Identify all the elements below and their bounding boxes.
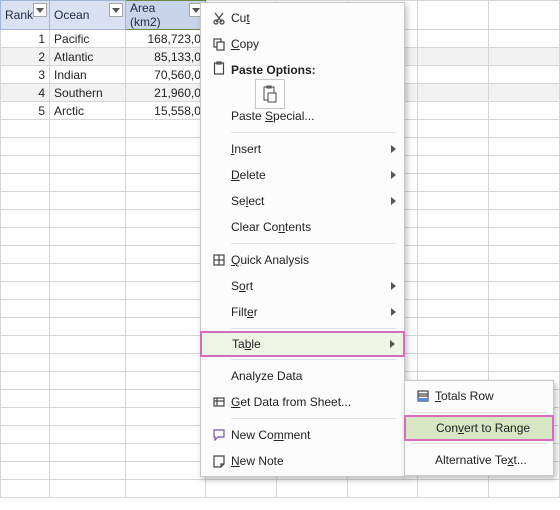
cell-ocean[interactable]: Southern bbox=[50, 84, 126, 102]
menu-paste-special-label: Paste Special... bbox=[231, 109, 390, 123]
separator bbox=[231, 359, 396, 360]
menu-paste-options[interactable]: Paste Options: bbox=[201, 57, 404, 103]
submenu-totals-row[interactable]: Totals Row bbox=[405, 383, 553, 409]
menu-sort[interactable]: Sort bbox=[201, 273, 404, 299]
menu-clear-contents[interactable]: Clear Contents bbox=[201, 214, 404, 240]
separator bbox=[231, 132, 396, 133]
menu-filter[interactable]: Filter bbox=[201, 299, 404, 325]
totals-row-icon bbox=[411, 389, 435, 403]
cell-area[interactable]: 70,560,0 bbox=[125, 66, 205, 84]
cell-ocean[interactable]: Arctic bbox=[50, 102, 126, 120]
menu-new-note[interactable]: New Note bbox=[201, 448, 404, 474]
cell-area[interactable]: 21,960,0 bbox=[125, 84, 205, 102]
cell-area[interactable]: 168,723,0 bbox=[125, 30, 205, 48]
comment-icon bbox=[207, 428, 231, 442]
cell-rank[interactable]: 1 bbox=[1, 30, 50, 48]
table-submenu: Totals Row Convert to Range Alternative … bbox=[404, 380, 554, 476]
menu-new-note-label: New Note bbox=[231, 454, 390, 468]
paste-icon bbox=[207, 61, 231, 75]
cell-rank[interactable]: 2 bbox=[1, 48, 50, 66]
chevron-right-icon bbox=[391, 145, 396, 153]
cell[interactable] bbox=[489, 1, 560, 30]
separator bbox=[411, 412, 547, 413]
copy-icon bbox=[207, 37, 231, 51]
separator bbox=[231, 418, 396, 419]
chevron-right-icon bbox=[390, 340, 395, 348]
cell[interactable] bbox=[418, 48, 489, 66]
menu-table[interactable]: Table bbox=[200, 331, 405, 357]
cell-ocean[interactable]: Indian bbox=[50, 66, 126, 84]
cell[interactable] bbox=[489, 66, 560, 84]
cell[interactable] bbox=[418, 66, 489, 84]
header-ocean[interactable]: Ocean bbox=[50, 1, 126, 30]
header-area-label: Area (km2) bbox=[130, 1, 161, 29]
menu-quick-analysis[interactable]: Quick Analysis bbox=[201, 247, 404, 273]
separator bbox=[231, 243, 396, 244]
cell[interactable] bbox=[418, 1, 489, 30]
header-rank[interactable]: Rank bbox=[1, 1, 50, 30]
menu-cut[interactable]: Cut bbox=[201, 5, 404, 31]
chevron-right-icon bbox=[391, 197, 396, 205]
cell[interactable] bbox=[489, 30, 560, 48]
cell-rank[interactable]: 5 bbox=[1, 102, 50, 120]
menu-insert-label: Insert bbox=[231, 142, 390, 156]
chevron-right-icon bbox=[391, 171, 396, 179]
quick-analysis-icon bbox=[207, 253, 231, 267]
cell-ocean[interactable]: Pacific bbox=[50, 30, 126, 48]
cell-rank[interactable]: 3 bbox=[1, 66, 50, 84]
menu-insert[interactable]: Insert bbox=[201, 136, 404, 162]
cell[interactable] bbox=[489, 102, 560, 120]
header-area[interactable]: Area (km2) bbox=[125, 1, 205, 30]
cell[interactable] bbox=[489, 48, 560, 66]
filter-dropdown-icon[interactable] bbox=[33, 3, 47, 17]
context-menu: Cut Copy Paste Options: Paste Spe bbox=[200, 2, 405, 477]
cell[interactable] bbox=[418, 30, 489, 48]
menu-new-comment-label: New Comment bbox=[231, 428, 390, 442]
submenu-convert-to-range-label: Convert to Range bbox=[436, 421, 538, 435]
menu-copy[interactable]: Copy bbox=[201, 31, 404, 57]
cell[interactable] bbox=[418, 102, 489, 120]
menu-analyze-data[interactable]: Analyze Data bbox=[201, 363, 404, 389]
menu-paste-special[interactable]: Paste Special... bbox=[201, 103, 404, 129]
chevron-right-icon bbox=[391, 308, 396, 316]
menu-select[interactable]: Select bbox=[201, 188, 404, 214]
separator bbox=[231, 328, 396, 329]
menu-sort-label: Sort bbox=[231, 279, 390, 293]
menu-copy-label: Copy bbox=[231, 37, 390, 51]
menu-paste-options-label: Paste Options: bbox=[231, 63, 316, 77]
cell-area[interactable]: 15,558,0 bbox=[125, 102, 205, 120]
menu-table-label: Table bbox=[232, 337, 389, 351]
menu-cut-label: Cut bbox=[231, 11, 390, 25]
submenu-alternative-text[interactable]: Alternative Text... bbox=[405, 447, 553, 473]
header-rank-label: Rank bbox=[5, 8, 33, 22]
menu-quick-analysis-label: Quick Analysis bbox=[231, 253, 390, 267]
menu-clear-contents-label: Clear Contents bbox=[231, 220, 390, 234]
menu-get-data[interactable]: Get Data from Sheet... bbox=[201, 389, 404, 415]
cell-rank[interactable]: 4 bbox=[1, 84, 50, 102]
header-ocean-label: Ocean bbox=[54, 8, 89, 22]
chevron-right-icon bbox=[391, 282, 396, 290]
menu-delete-label: Delete bbox=[231, 168, 390, 182]
get-data-icon bbox=[207, 395, 231, 409]
cut-icon bbox=[207, 11, 231, 25]
cell[interactable] bbox=[489, 84, 560, 102]
menu-new-comment[interactable]: New Comment bbox=[201, 422, 404, 448]
submenu-totals-row-label: Totals Row bbox=[435, 389, 539, 403]
submenu-convert-to-range[interactable]: Convert to Range bbox=[404, 415, 554, 441]
note-icon bbox=[207, 454, 231, 468]
menu-delete[interactable]: Delete bbox=[201, 162, 404, 188]
cell[interactable] bbox=[418, 84, 489, 102]
filter-dropdown-icon[interactable] bbox=[109, 3, 123, 17]
cell-ocean[interactable]: Atlantic bbox=[50, 48, 126, 66]
cell-area[interactable]: 85,133,0 bbox=[125, 48, 205, 66]
submenu-alternative-text-label: Alternative Text... bbox=[435, 453, 539, 467]
menu-select-label: Select bbox=[231, 194, 390, 208]
menu-get-data-label: Get Data from Sheet... bbox=[231, 395, 390, 409]
menu-analyze-data-label: Analyze Data bbox=[231, 369, 390, 383]
separator bbox=[411, 443, 547, 444]
menu-filter-label: Filter bbox=[231, 305, 390, 319]
